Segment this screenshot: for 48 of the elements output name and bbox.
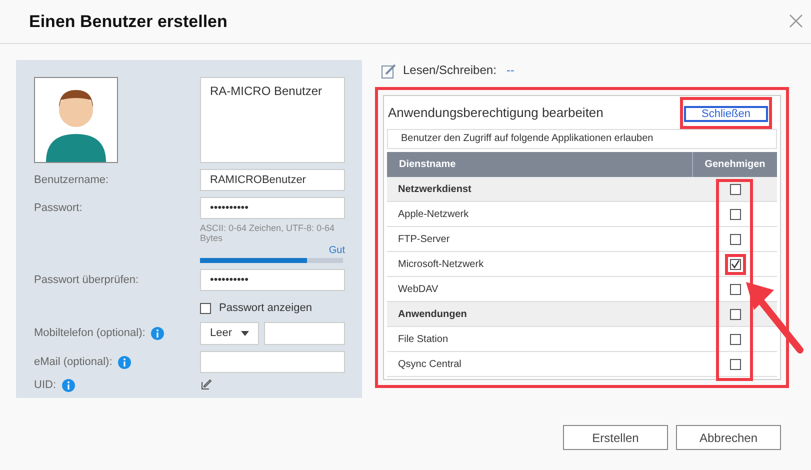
checkbox[interactable]: [730, 234, 740, 244]
group-heading: Netzwerkdienst: [397, 182, 472, 196]
input-field[interactable]: RAMICROBenutzer: [200, 169, 345, 191]
country-dropdown[interactable]: Leer: [200, 322, 259, 345]
field-label: Passwort überprüfen:: [34, 272, 139, 288]
caret-icon: [241, 331, 249, 336]
service-name: WebDAV: [397, 282, 440, 296]
service-name: Apple-Netzwerk: [397, 208, 470, 222]
checkbox[interactable]: [730, 208, 740, 220]
field-label: eMail (optional):: [34, 354, 112, 370]
permission-value: --: [506, 62, 514, 79]
dialog-title: Einen Benutzer erstellen: [29, 10, 228, 33]
service-name: FTP-Server: [397, 232, 451, 246]
permission-label: Lesen/Schreiben:: [403, 62, 496, 79]
password-field[interactable]: ••••••••••: [200, 269, 345, 291]
checkbox[interactable]: [730, 184, 740, 194]
panel-title: Anwendungsberechtigung bearbeiten: [388, 104, 604, 122]
password-hint: ASCII: 0-64 Zeichen, UTF-8: 0-64 Bytes: [200, 223, 336, 243]
email-field[interactable]: [200, 351, 345, 373]
field-label: Passwort:: [34, 200, 82, 216]
info-icon[interactable]: [62, 379, 75, 392]
column-header: Genehmigen: [704, 158, 766, 172]
checkbox[interactable]: [200, 302, 211, 314]
info-icon[interactable]: [118, 356, 132, 368]
field-label: UID:: [34, 378, 56, 394]
dialog-button[interactable]: Abbrechen: [676, 425, 781, 450]
checkbox-label: Passwort anzeigen: [219, 300, 312, 316]
field-label: Mobiltelefon (optional):: [34, 326, 146, 342]
close-icon[interactable]: [789, 14, 803, 28]
service-name: Qsync Central: [397, 358, 462, 372]
group-heading: Anwendungen: [397, 308, 468, 322]
service-name: File Station: [397, 332, 450, 346]
dialog-button[interactable]: Erstellen: [563, 425, 668, 450]
service-name: Microsoft-Netzwerk: [397, 258, 485, 272]
field-label: Benutzername:: [34, 172, 109, 188]
password-field[interactable]: ••••••••••: [200, 197, 345, 219]
info-icon[interactable]: [151, 327, 164, 340]
phone-field[interactable]: [264, 322, 345, 345]
checkbox[interactable]: [730, 358, 740, 370]
caption: Benutzer den Zugriff auf folgende Applikationen erlauben: [387, 129, 777, 149]
close-button[interactable]: Schließen: [684, 106, 768, 122]
edit-icon[interactable]: [200, 378, 212, 390]
checkbox[interactable]: [730, 308, 740, 320]
strength-label: Gut: [328, 244, 345, 258]
description-field[interactable]: RA-MICRO Benutzer: [200, 77, 345, 163]
edit-icon: [381, 63, 397, 79]
checkbox[interactable]: [730, 284, 740, 294]
checkbox[interactable]: [730, 334, 740, 344]
